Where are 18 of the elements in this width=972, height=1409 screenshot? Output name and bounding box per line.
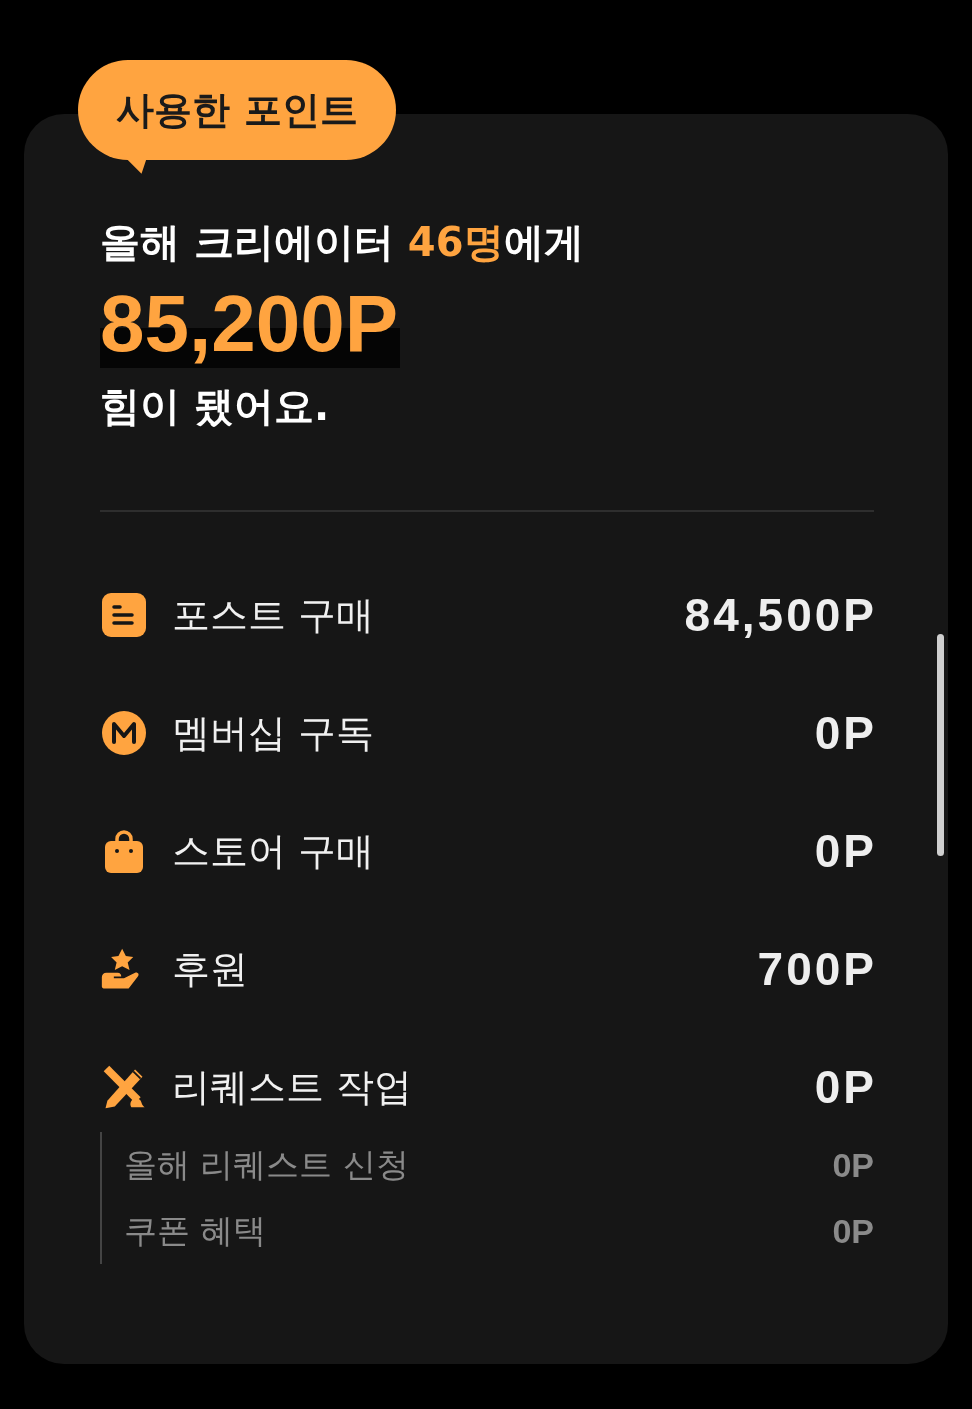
category-amount: 0P — [814, 706, 877, 760]
document-icon — [100, 591, 148, 639]
sub-item-amount: 0P — [832, 1211, 874, 1251]
category-label: 스토어 구매 — [172, 827, 376, 875]
sub-item-amount: 0P — [832, 1145, 874, 1185]
category-amount: 0P — [814, 824, 877, 878]
headline: 올해 크리에이터 46명에게 — [100, 218, 585, 266]
category-label: 포스트 구매 — [172, 591, 376, 639]
category-amount: 0P — [814, 1060, 877, 1114]
category-label: 리퀘스트 작업 — [172, 1063, 414, 1111]
category-label: 멤버십 구독 — [172, 709, 376, 757]
membership-icon — [100, 709, 148, 757]
category-label: 후원 — [172, 945, 249, 993]
sub-item-label: 쿠폰 혜택 — [124, 1209, 268, 1252]
category-amount: 700P — [757, 942, 877, 996]
sub-item-label: 올해 리퀘스트 신청 — [124, 1143, 410, 1186]
category-amount: 84,500P — [684, 588, 877, 642]
subline: 힘이 됐어요. — [100, 382, 331, 430]
